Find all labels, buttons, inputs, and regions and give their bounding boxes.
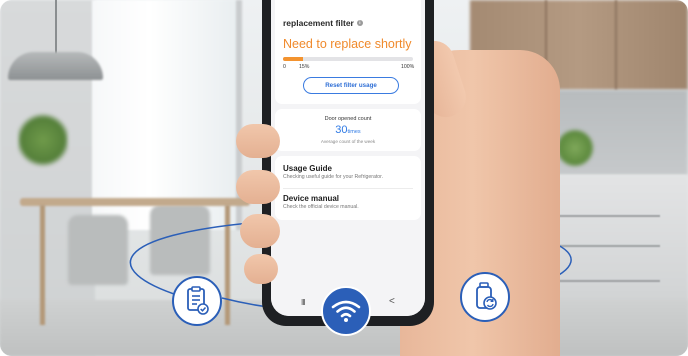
menu-divider bbox=[283, 188, 413, 189]
reset-filter-button[interactable]: Reset filter usage bbox=[303, 77, 399, 94]
finger bbox=[236, 170, 280, 204]
usage-guide-subtitle: Checking useful guide for your Refrigera… bbox=[283, 174, 384, 180]
back-button[interactable]: < bbox=[389, 296, 395, 307]
info-icon[interactable]: i bbox=[356, 20, 363, 26]
door-count-subtitle: Average count of the week bbox=[320, 139, 376, 144]
filter-title-text: replacement filter bbox=[283, 18, 354, 28]
door-count-card: Door opened count 30times Average count … bbox=[275, 109, 421, 151]
scale-mark-label: 15% bbox=[299, 64, 310, 70]
recent-apps-button[interactable]: III bbox=[301, 298, 306, 307]
water-filter-refresh-icon-glyph bbox=[476, 282, 497, 310]
filter-usage-fill bbox=[283, 57, 303, 61]
scale-min-label: 0 bbox=[283, 64, 286, 70]
wifi-icon-glyph bbox=[331, 300, 361, 322]
finger bbox=[244, 254, 278, 284]
usage-guide-item[interactable]: Usage Guide Checking useful guide for yo… bbox=[283, 164, 383, 180]
usage-guide-title: Usage Guide bbox=[283, 164, 332, 173]
door-count-title: Door opened count bbox=[324, 116, 372, 122]
finger bbox=[236, 124, 280, 158]
door-count-number: 30 bbox=[335, 124, 348, 136]
wifi-icon bbox=[321, 286, 371, 336]
menu-card: Usage Guide Checking useful guide for yo… bbox=[275, 156, 421, 220]
filter-title: replacement filter i bbox=[283, 18, 363, 28]
document-check-icon-glyph bbox=[187, 286, 209, 315]
device-manual-title: Device manual bbox=[283, 194, 340, 203]
document-check-icon bbox=[172, 276, 222, 326]
filter-card: replacement filter i Need to replace sho… bbox=[275, 0, 421, 104]
finger bbox=[240, 214, 280, 248]
water-filter-refresh-icon bbox=[460, 272, 510, 322]
scale-max-label: 100% bbox=[401, 64, 415, 70]
device-manual-item[interactable]: Device manual Check the official device … bbox=[283, 194, 359, 210]
door-count-value: 30times bbox=[275, 124, 421, 136]
device-manual-subtitle: Check the official device manual. bbox=[283, 204, 359, 210]
filter-status: Need to replace shortly bbox=[283, 37, 412, 51]
door-count-unit: times bbox=[347, 129, 361, 135]
phone-screen: replacement filter i Need to replace sho… bbox=[271, 0, 425, 316]
filter-usage-bar bbox=[283, 57, 413, 61]
